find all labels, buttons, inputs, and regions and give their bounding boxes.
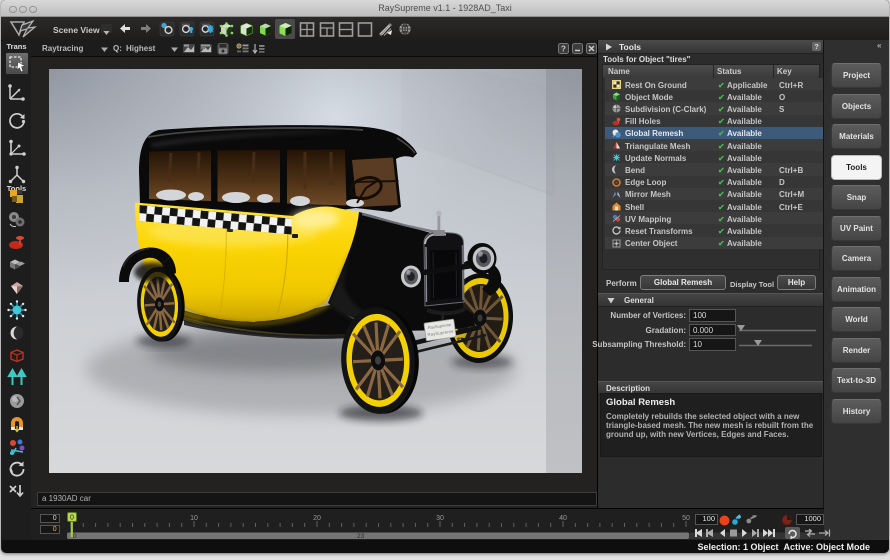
svg-text:?: ? [561, 44, 566, 53]
svg-text:0: 0 [70, 515, 74, 522]
svg-text:50: 50 [682, 515, 690, 522]
svg-text:10: 10 [190, 515, 198, 522]
svg-text:40: 40 [559, 515, 567, 522]
svg-text:23: 23 [357, 533, 365, 540]
svg-text:0: 0 [73, 533, 77, 540]
svg-text:20: 20 [313, 515, 321, 522]
svg-text:30: 30 [436, 515, 444, 522]
